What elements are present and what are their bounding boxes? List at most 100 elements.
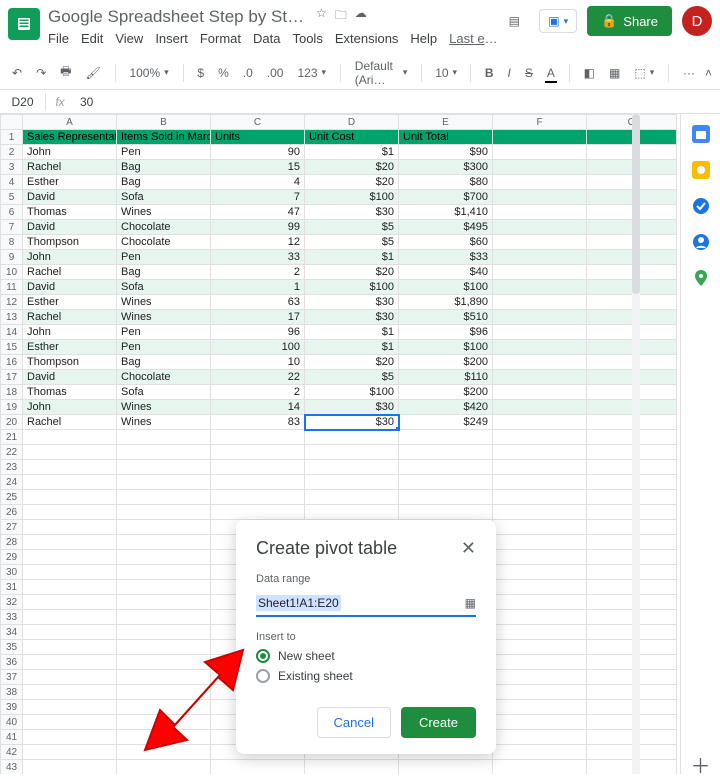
cell[interactable] <box>23 700 117 715</box>
cell[interactable]: 10 <box>211 355 305 370</box>
cell[interactable] <box>493 160 587 175</box>
borders-button[interactable]: ▦ <box>605 64 624 82</box>
cell[interactable] <box>117 535 211 550</box>
cell[interactable]: $495 <box>399 220 493 235</box>
cell[interactable]: John <box>23 325 117 340</box>
cell[interactable] <box>493 640 587 655</box>
cell[interactable] <box>493 325 587 340</box>
cell[interactable]: Wines <box>117 205 211 220</box>
account-avatar[interactable]: D <box>682 6 712 36</box>
cell[interactable] <box>493 430 587 445</box>
cell[interactable]: $30 <box>305 415 399 430</box>
menu-tools[interactable]: Tools <box>292 31 322 46</box>
cell[interactable]: 99 <box>211 220 305 235</box>
cell[interactable] <box>493 655 587 670</box>
cell[interactable]: Sofa <box>117 385 211 400</box>
cell[interactable]: $1,890 <box>399 295 493 310</box>
row-header[interactable]: 32 <box>1 595 23 610</box>
cell[interactable] <box>399 760 493 775</box>
cell[interactable] <box>211 490 305 505</box>
cell[interactable] <box>117 715 211 730</box>
cell[interactable] <box>117 685 211 700</box>
column-header-B[interactable]: B <box>117 115 211 130</box>
row-header[interactable]: 30 <box>1 565 23 580</box>
row-header[interactable]: 19 <box>1 400 23 415</box>
redo-button[interactable]: ↷ <box>32 64 50 82</box>
cell[interactable] <box>305 475 399 490</box>
cell[interactable]: 90 <box>211 145 305 160</box>
cell[interactable]: Pen <box>117 325 211 340</box>
cell[interactable]: $30 <box>305 295 399 310</box>
cell[interactable]: Rachel <box>23 265 117 280</box>
strikethrough-button[interactable]: S <box>521 64 537 82</box>
cloud-status-icon[interactable]: ☁ <box>355 6 367 27</box>
cell[interactable] <box>493 370 587 385</box>
data-range-input[interactable]: Sheet1!A1:E20 ▦ <box>256 591 476 617</box>
column-header-A[interactable]: A <box>23 115 117 130</box>
collapse-toolbar-button[interactable]: ˄ <box>705 66 712 80</box>
row-header[interactable]: 13 <box>1 310 23 325</box>
name-box[interactable]: D20 <box>0 93 46 111</box>
cell[interactable]: 2 <box>211 265 305 280</box>
cell[interactable]: 12 <box>211 235 305 250</box>
cell[interactable]: Items Sold in March <box>117 130 211 145</box>
cell[interactable]: $5 <box>305 220 399 235</box>
cell[interactable] <box>23 550 117 565</box>
cell[interactable] <box>23 625 117 640</box>
cell[interactable] <box>493 385 587 400</box>
cell[interactable] <box>117 640 211 655</box>
cell[interactable]: John <box>23 400 117 415</box>
dialog-close-button[interactable]: ✕ <box>461 538 476 559</box>
cell[interactable]: $20 <box>305 160 399 175</box>
row-header[interactable]: 31 <box>1 580 23 595</box>
cell[interactable] <box>23 460 117 475</box>
cell[interactable] <box>23 535 117 550</box>
cell[interactable] <box>399 430 493 445</box>
cell[interactable]: Wines <box>117 415 211 430</box>
cell[interactable]: John <box>23 145 117 160</box>
cell[interactable]: David <box>23 370 117 385</box>
formula-input[interactable]: 30 <box>74 95 720 109</box>
row-header[interactable]: 4 <box>1 175 23 190</box>
cell[interactable] <box>305 505 399 520</box>
cell[interactable] <box>493 760 587 775</box>
cell[interactable] <box>305 445 399 460</box>
cell[interactable] <box>23 655 117 670</box>
number-format-dropdown[interactable]: 123 <box>293 64 330 82</box>
cell[interactable]: John <box>23 250 117 265</box>
cell[interactable] <box>493 250 587 265</box>
cell[interactable] <box>305 490 399 505</box>
cell[interactable] <box>399 475 493 490</box>
cell[interactable]: $90 <box>399 145 493 160</box>
row-header[interactable]: 18 <box>1 385 23 400</box>
row-header[interactable]: 28 <box>1 535 23 550</box>
cell[interactable] <box>493 595 587 610</box>
row-header[interactable]: 39 <box>1 700 23 715</box>
row-header[interactable]: 9 <box>1 250 23 265</box>
cell[interactable]: $300 <box>399 160 493 175</box>
cell[interactable]: Sofa <box>117 190 211 205</box>
cell[interactable] <box>493 610 587 625</box>
row-header[interactable]: 16 <box>1 355 23 370</box>
cell[interactable]: 17 <box>211 310 305 325</box>
cell[interactable]: 83 <box>211 415 305 430</box>
row-header[interactable]: 25 <box>1 490 23 505</box>
menu-insert[interactable]: Insert <box>155 31 188 46</box>
cell[interactable]: 47 <box>211 205 305 220</box>
cell[interactable]: David <box>23 190 117 205</box>
font-family-dropdown[interactable]: Default (Ari… <box>351 57 412 89</box>
row-header[interactable]: 21 <box>1 430 23 445</box>
calendar-addon-icon[interactable] <box>691 124 711 144</box>
cell[interactable] <box>117 670 211 685</box>
row-header[interactable]: 42 <box>1 745 23 760</box>
undo-button[interactable]: ↶ <box>8 64 26 82</box>
cell[interactable] <box>23 490 117 505</box>
decrease-decimal-button[interactable]: .0 <box>239 64 257 82</box>
row-header[interactable]: 23 <box>1 460 23 475</box>
cell[interactable] <box>117 610 211 625</box>
row-header[interactable]: 15 <box>1 340 23 355</box>
merge-cells-button[interactable]: ⬚ <box>630 64 658 82</box>
row-header[interactable]: 22 <box>1 445 23 460</box>
cell[interactable] <box>211 760 305 775</box>
cell[interactable] <box>23 715 117 730</box>
